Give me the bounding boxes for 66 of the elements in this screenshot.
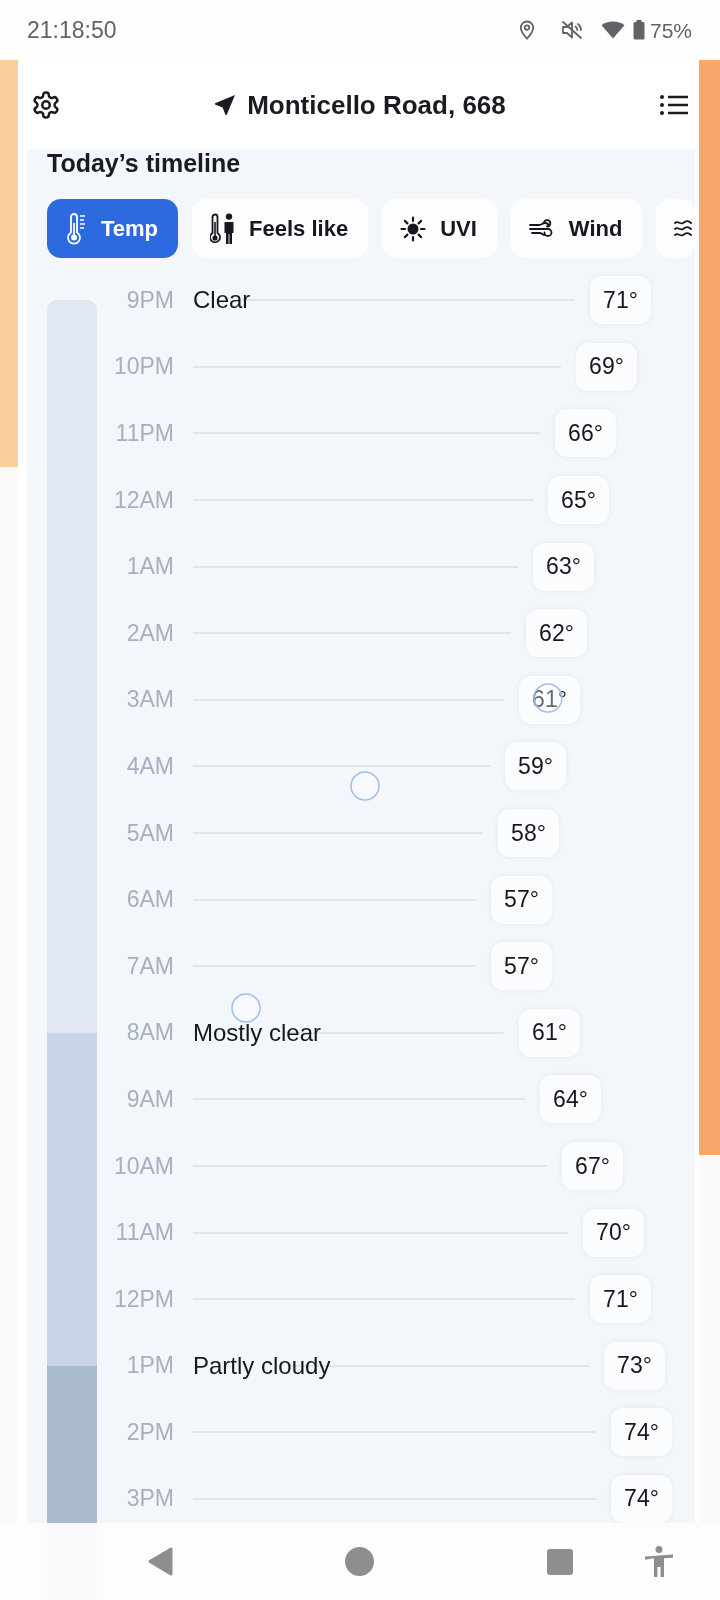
- sun-icon: [400, 215, 427, 242]
- hour-label: 1AM: [126, 555, 174, 579]
- hour-label: 6AM: [126, 888, 174, 912]
- hourly-temperature: 57°: [491, 942, 552, 991]
- battery-icon: [632, 20, 645, 40]
- recents-icon[interactable]: [547, 1548, 573, 1575]
- menu-icon[interactable]: [660, 95, 688, 115]
- hour-label: 1PM: [126, 1354, 174, 1378]
- hourly-temperature: 74°: [611, 1475, 672, 1523]
- hourly-temperature: 61°: [519, 1008, 580, 1057]
- metric-tab[interactable]: Feels like: [192, 199, 369, 258]
- hour-label: 11PM: [115, 422, 174, 445]
- metric-tab[interactable]: Temp: [47, 199, 179, 258]
- hour-label: 10PM: [113, 355, 174, 379]
- hourly-temperature: 63°: [533, 542, 594, 591]
- hour-label: 9PM: [126, 288, 174, 312]
- section-title: Today’s timeline: [47, 150, 241, 176]
- home-icon[interactable]: [345, 1547, 374, 1576]
- touch-indicator-icon: [231, 993, 261, 1023]
- metric-tab[interactable]: UVI: [382, 199, 497, 258]
- settings-icon[interactable]: [31, 90, 61, 120]
- touch-indicator-icon: [350, 771, 380, 801]
- wind-icon: [528, 217, 555, 240]
- hourly-temperature: 67°: [562, 1142, 623, 1190]
- condition-label: Mostly clear: [193, 1020, 322, 1045]
- hour-label: 3PM: [126, 1487, 174, 1511]
- hourly-temperature: 73°: [604, 1341, 665, 1390]
- thermometer-icon: [65, 212, 87, 245]
- hour-label: 5AM: [126, 821, 174, 845]
- hourly-temperature: 70°: [583, 1208, 644, 1257]
- hourly-temperature: 65°: [548, 476, 609, 525]
- hour-label: 11AM: [115, 1221, 174, 1245]
- hour-label: 7AM: [126, 954, 174, 978]
- condition-label: Clear: [193, 288, 251, 313]
- location-icon: [518, 20, 535, 40]
- metric-tab[interactable]: Wind: [510, 199, 643, 258]
- status-time: 21:18:50: [27, 18, 117, 42]
- hour-label: 12PM: [113, 1287, 174, 1311]
- condition-label: Partly cloudy: [193, 1353, 331, 1378]
- hourly-temperature: 62°: [526, 609, 587, 658]
- hour-label: 3AM: [126, 688, 174, 712]
- location-title[interactable]: Monticello Road, 668: [247, 92, 506, 118]
- hourly-temperature: 71°: [590, 1275, 651, 1324]
- hour-label: 12AM: [113, 488, 174, 512]
- hour-label: 2AM: [126, 621, 174, 645]
- mute-icon: [560, 20, 583, 40]
- hourly-temperature: 74°: [611, 1408, 672, 1457]
- battery-percent: 75%: [649, 19, 692, 41]
- hour-label: 9AM: [126, 1087, 174, 1111]
- hourly-temperature: 66°: [555, 409, 616, 458]
- hourly-temperature: 57°: [491, 875, 552, 924]
- hourly-temperature: 58°: [498, 809, 559, 858]
- wifi-icon: [600, 21, 625, 39]
- hour-label: 4AM: [126, 754, 174, 778]
- hour-label: 10AM: [113, 1154, 174, 1178]
- hourly-temperature: 59°: [505, 742, 566, 791]
- hourly-temperature: 64°: [540, 1075, 601, 1124]
- metric-tab[interactable]: [656, 199, 695, 258]
- accessibility-icon[interactable]: [645, 1546, 673, 1577]
- back-icon[interactable]: [147, 1547, 173, 1576]
- navigation-arrow-icon: [215, 95, 236, 115]
- hour-label: 8AM: [126, 1021, 174, 1045]
- hourly-temperature: 71°: [590, 276, 651, 325]
- hour-label: 2PM: [126, 1420, 174, 1444]
- thermometer-person-icon: [210, 212, 236, 245]
- hourly-temperature: 69°: [576, 342, 637, 391]
